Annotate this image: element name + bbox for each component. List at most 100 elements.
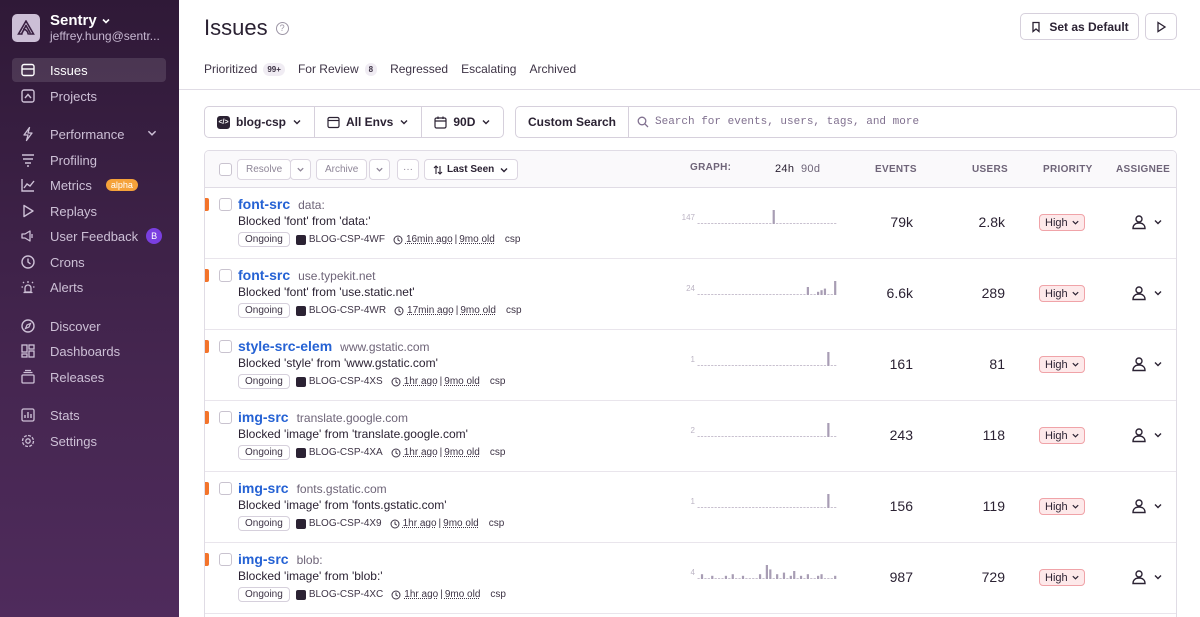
sidebar-item-releases[interactable]: Releases — [12, 365, 166, 389]
assignee-selector[interactable] — [1131, 498, 1163, 514]
issue-title-link[interactable]: style-src-elem — [238, 338, 332, 354]
graph-bar — [762, 507, 765, 508]
row-checkbox[interactable] — [219, 482, 232, 495]
tab-archived[interactable]: Archived — [529, 62, 576, 76]
tab-escalating[interactable]: Escalating — [461, 62, 516, 76]
sidebar-item-alerts[interactable]: Alerts — [12, 275, 166, 299]
first-seen-age[interactable]: 9mo old — [460, 305, 496, 316]
tab-prioritized[interactable]: Prioritized 99+ — [204, 62, 285, 76]
graph-bar — [786, 294, 789, 295]
sidebar-item-replays[interactable]: Replays — [12, 199, 166, 223]
users-header: USERS — [972, 164, 1008, 175]
tab-for-review[interactable]: For Review 8 — [298, 62, 378, 76]
first-seen-age[interactable]: 9mo old — [459, 234, 495, 245]
issue-title-link[interactable]: img-src — [238, 551, 289, 567]
graph-bar — [735, 436, 738, 437]
assignee-selector[interactable] — [1131, 285, 1163, 301]
table-row[interactable]: img-src blob: Blocked 'image' from 'blob:'… — [205, 543, 1176, 614]
graph-bar — [789, 507, 792, 508]
row-checkbox[interactable] — [219, 340, 232, 353]
set-as-default-button[interactable]: Set as Default — [1020, 13, 1139, 40]
last-seen[interactable]: 1hr ago — [403, 518, 437, 529]
help-icon[interactable]: ? — [275, 21, 289, 35]
table-row[interactable]: font-src use.typekit.net Blocked 'font' fr… — [205, 259, 1176, 330]
org-switcher[interactable]: Sentry jeffrey.hung@sentr... — [12, 12, 160, 43]
sidebar-item-user-feedback[interactable]: User Feedback B — [12, 224, 166, 248]
date-range-filter[interactable]: 90D — [422, 107, 503, 137]
graph-bar — [803, 507, 806, 508]
row-checkbox[interactable] — [219, 269, 232, 282]
priority-dropdown[interactable]: High — [1039, 569, 1085, 586]
custom-search-button[interactable]: Custom Search — [516, 107, 629, 137]
priority-indicator — [205, 198, 209, 211]
row-checkbox[interactable] — [219, 411, 232, 424]
row-checkbox[interactable] — [219, 198, 232, 211]
play-tour-button[interactable] — [1145, 13, 1177, 40]
sort-button[interactable]: Last Seen — [424, 159, 519, 180]
search-input[interactable] — [655, 116, 1155, 128]
priority-dropdown[interactable]: High — [1039, 356, 1085, 373]
graph-90d-toggle[interactable]: 90d — [801, 163, 820, 175]
sidebar-item-metrics[interactable]: Metrics alpha — [12, 173, 166, 197]
graph-bar — [779, 365, 782, 366]
sidebar-item-stats[interactable]: Stats — [12, 403, 166, 427]
table-row[interactable]: font-src data: Blocked 'font' from 'data:'… — [205, 188, 1176, 259]
assignee-selector[interactable] — [1131, 427, 1163, 443]
graph-bar — [827, 223, 830, 224]
last-seen[interactable]: 17min ago — [407, 305, 454, 316]
graph-bar — [782, 572, 786, 579]
row-checkbox[interactable] — [219, 553, 232, 566]
issue-short-id[interactable]: BLOG-CSP-4X9 — [309, 518, 382, 529]
graph-bar — [717, 294, 721, 295]
priority-dropdown[interactable]: High — [1039, 285, 1085, 302]
assignee-selector[interactable] — [1131, 214, 1163, 230]
sidebar-item-dashboards[interactable]: Dashboards — [12, 339, 166, 363]
environment-filter[interactable]: All Envs — [315, 107, 423, 137]
first-seen-age[interactable]: 9mo old — [444, 447, 480, 458]
more-actions-button[interactable]: ··· — [397, 159, 419, 180]
priority-dropdown[interactable]: High — [1039, 427, 1085, 444]
first-seen-age[interactable]: 9mo old — [445, 589, 481, 600]
issue-title-link[interactable]: img-src — [238, 409, 289, 425]
tab-regressed[interactable]: Regressed — [390, 62, 448, 76]
issue-short-id[interactable]: BLOG-CSP-4XC — [309, 589, 383, 600]
table-row[interactable]: style-src-elem www.gstatic.com Blocked 'st… — [205, 330, 1176, 401]
last-seen[interactable]: 1hr ago — [404, 376, 438, 387]
select-all-checkbox[interactable] — [219, 163, 232, 176]
graph-bar — [834, 436, 837, 437]
last-seen[interactable]: 1hr ago — [404, 589, 438, 600]
table-row[interactable]: img-src fonts.gstatic.com Blocked 'image' … — [205, 472, 1176, 543]
assignee-selector[interactable] — [1131, 569, 1163, 585]
resolve-dropdown-button[interactable] — [290, 159, 311, 180]
graph-24h-toggle[interactable]: 24h — [775, 163, 794, 175]
sidebar-item-discover[interactable]: Discover — [12, 314, 166, 338]
sidebar-item-crons[interactable]: Crons — [12, 250, 166, 274]
search-bar: Custom Search — [515, 106, 1177, 138]
table-row[interactable]: img-src translate.google.com Blocked 'imag… — [205, 401, 1176, 472]
last-seen[interactable]: 16min ago — [406, 234, 453, 245]
graph-max-label: 1 — [690, 497, 695, 506]
sidebar-item-performance[interactable]: Performance — [12, 122, 166, 146]
graph-bar — [738, 223, 741, 224]
resolve-button[interactable]: Resolve — [237, 159, 292, 180]
last-seen[interactable]: 1hr ago — [404, 447, 438, 458]
archive-button[interactable]: Archive — [316, 159, 368, 180]
priority-dropdown[interactable]: High — [1039, 498, 1085, 515]
issue-short-id[interactable]: BLOG-CSP-4WR — [309, 305, 386, 316]
issue-short-id[interactable]: BLOG-CSP-4XS — [309, 376, 383, 387]
sidebar-item-projects[interactable]: Projects — [12, 84, 166, 108]
assignee-selector[interactable] — [1131, 356, 1163, 372]
issue-short-id[interactable]: BLOG-CSP-4WF — [309, 234, 385, 245]
first-seen-age[interactable]: 9mo old — [444, 376, 480, 387]
sidebar-item-profiling[interactable]: Profiling — [12, 148, 166, 172]
issue-title-link[interactable]: font-src — [238, 196, 290, 212]
first-seen-age[interactable]: 9mo old — [443, 518, 479, 529]
priority-dropdown[interactable]: High — [1039, 214, 1085, 231]
sidebar-item-issues[interactable]: Issues — [12, 58, 166, 82]
issue-short-id[interactable]: BLOG-CSP-4XA — [309, 447, 383, 458]
archive-dropdown-button[interactable] — [369, 159, 390, 180]
issue-title-link[interactable]: font-src — [238, 267, 290, 283]
issue-title-link[interactable]: img-src — [238, 480, 289, 496]
project-filter[interactable]: </> blog-csp — [205, 107, 315, 137]
sidebar-item-settings[interactable]: Settings — [12, 429, 166, 453]
